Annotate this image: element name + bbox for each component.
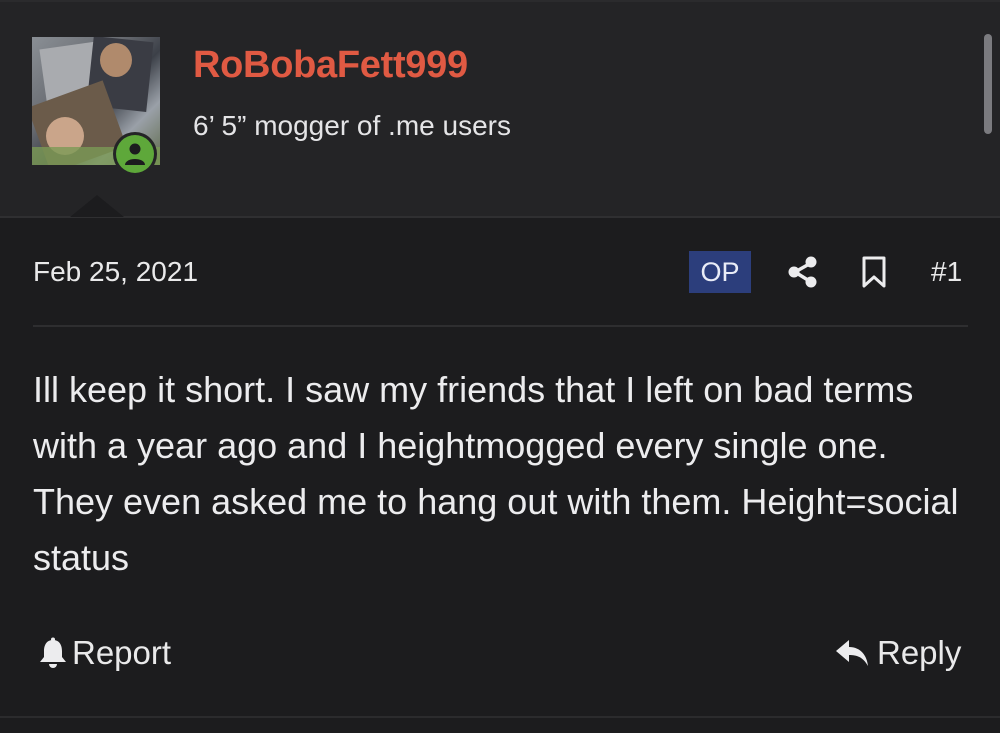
share-icon[interactable] xyxy=(787,255,819,289)
reply-label: Reply xyxy=(877,634,962,671)
post-body: Ill keep it short. I saw my friends that… xyxy=(33,369,959,578)
bell-icon xyxy=(40,637,66,668)
bottom-divider xyxy=(0,716,1000,718)
report-label: Report xyxy=(72,634,172,671)
post-number-link[interactable]: #1 xyxy=(931,256,962,288)
user-online-icon xyxy=(125,143,145,165)
op-badge: OP xyxy=(689,251,751,293)
username-link[interactable]: RoBobaFett999 xyxy=(193,44,468,87)
user-title: 6’ 5” mogger of .me users xyxy=(193,110,511,141)
scrollbar-thumb[interactable] xyxy=(984,34,992,134)
reply-arrow-icon xyxy=(836,640,868,666)
online-status-badge xyxy=(113,132,157,176)
post-header-divider xyxy=(33,325,968,327)
reply-button[interactable]: Reply xyxy=(835,634,961,672)
bookmark-icon[interactable] xyxy=(860,256,888,288)
author-pointer-arrow xyxy=(70,195,124,217)
author-header-divider xyxy=(0,216,1000,218)
post-date[interactable]: Feb 25, 2021 xyxy=(33,256,198,288)
report-button[interactable]: Report xyxy=(38,634,171,672)
